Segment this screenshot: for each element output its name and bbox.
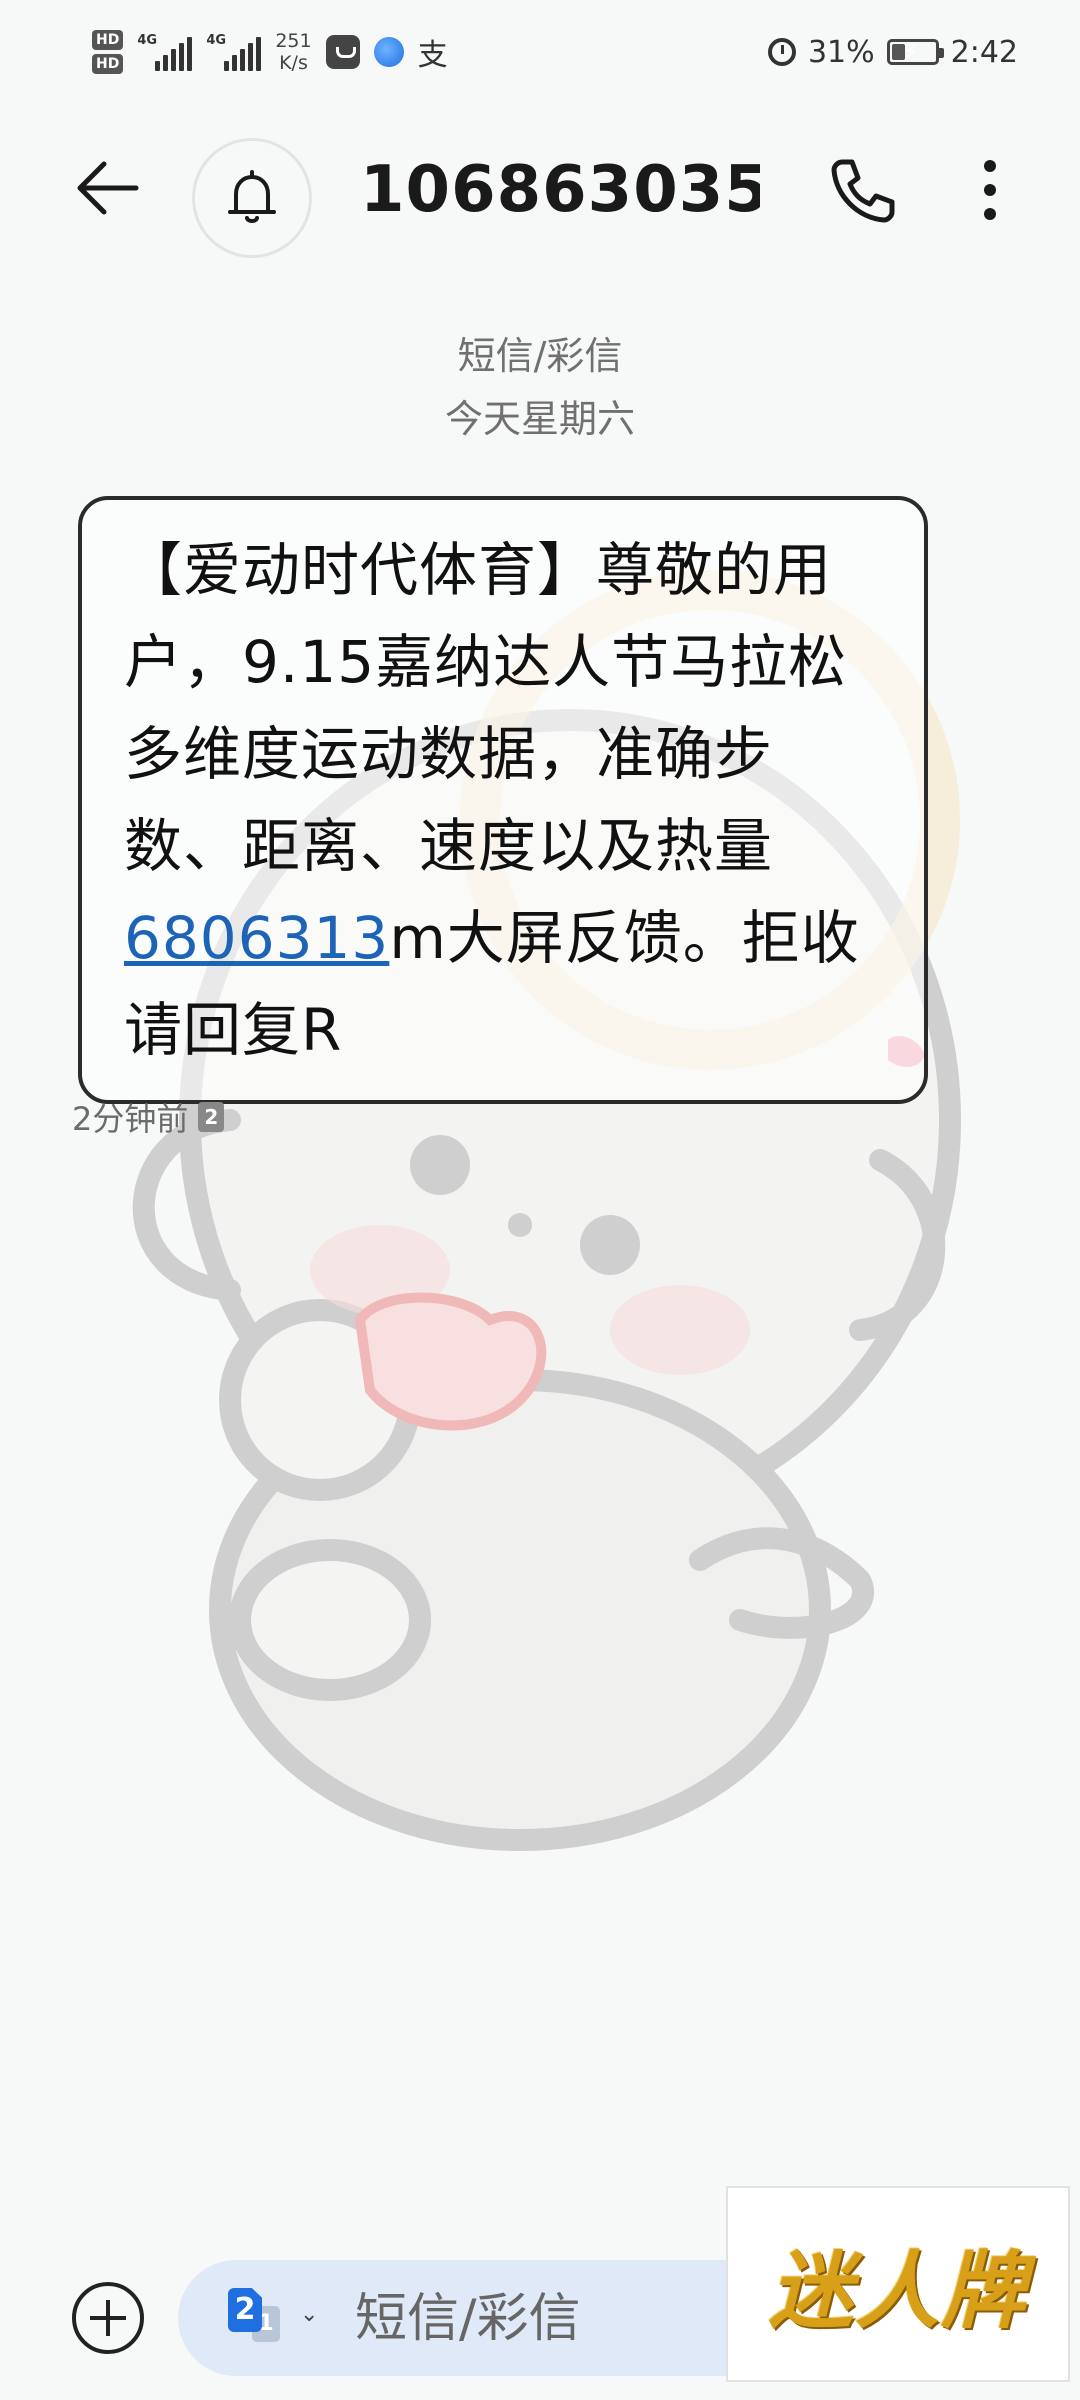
sim-indicator: 2 <box>198 1102 225 1132</box>
more-options-button[interactable] <box>960 150 1020 230</box>
volte-badge-2: HD <box>92 54 124 74</box>
network-speed-value: 251 <box>275 30 312 52</box>
sender-number: 106863035... <box>360 153 760 227</box>
status-left: HD HD 4G 4G 251 K/s 支 <box>92 22 448 82</box>
message-timestamp: 2分钟前 2 <box>72 1094 225 1140</box>
network-type-2: 4G <box>206 33 227 48</box>
back-button[interactable] <box>70 148 150 228</box>
more-vertical-icon <box>984 160 996 220</box>
status-bar: HD HD 4G 4G 251 K/s 支 31% ⚡ 2:42 <box>0 0 1080 110</box>
globe-icon <box>373 37 404 67</box>
clock: 2:42 <box>950 34 1018 70</box>
battery-icon: ⚡ <box>886 39 944 65</box>
message-bubble[interactable]: 【爱动时代体育】尊敬的用户，9.15嘉纳达人节马拉松多维度运动数据，准确步数、距… <box>78 496 928 1104</box>
signal-icon-sim2: 4G <box>206 33 262 71</box>
arrow-left-icon <box>77 161 139 215</box>
shopping-bag-icon <box>325 35 360 69</box>
watermark-text: 迷人牌 <box>768 2241 1027 2340</box>
message-text: 【爱动时代体育】尊敬的用户，9.15嘉纳达人节马拉松多维度运动数据，准确步数、距… <box>124 524 884 1076</box>
volte-indicators: HD HD <box>92 30 124 74</box>
sim-card-icon: 2 <box>228 2288 262 2332</box>
network-type-1: 4G <box>137 33 158 48</box>
signal-icon-sim1: 4G <box>137 33 193 71</box>
notification-button[interactable] <box>192 138 312 258</box>
conversation-header: 106863035... <box>0 120 1080 270</box>
bell-icon <box>228 170 276 223</box>
sim-selector[interactable]: 1 2 ⌄ <box>228 2288 338 2348</box>
battery-percent: 31% <box>807 34 875 70</box>
network-speed-unit: K/s <box>279 52 308 74</box>
status-right: 31% ⚡ 2:42 <box>767 22 1018 82</box>
network-speed: 251 K/s <box>275 30 311 74</box>
volte-badge-1: HD <box>92 30 124 50</box>
message-link[interactable]: 6806313 <box>124 904 389 972</box>
call-button[interactable] <box>822 150 902 230</box>
watermark-logo: 迷人牌 <box>726 2186 1070 2382</box>
alipay-icon: 支 <box>417 38 448 73</box>
message-time-text: 2分钟前 <box>72 1100 189 1138</box>
alarm-icon <box>767 38 796 66</box>
add-attachment-button[interactable] <box>72 2282 144 2354</box>
channel-label: 短信/彩信 <box>457 334 623 378</box>
date-label: 今天星期六 <box>444 397 635 441</box>
message-text-start: 【爱动时代体育】尊敬的用户，9.15嘉纳达人节马拉松多维度运动数据，准确步数、距… <box>124 536 848 880</box>
chevron-down-icon: ⌄ <box>300 2302 319 2327</box>
phone-icon <box>831 159 895 223</box>
